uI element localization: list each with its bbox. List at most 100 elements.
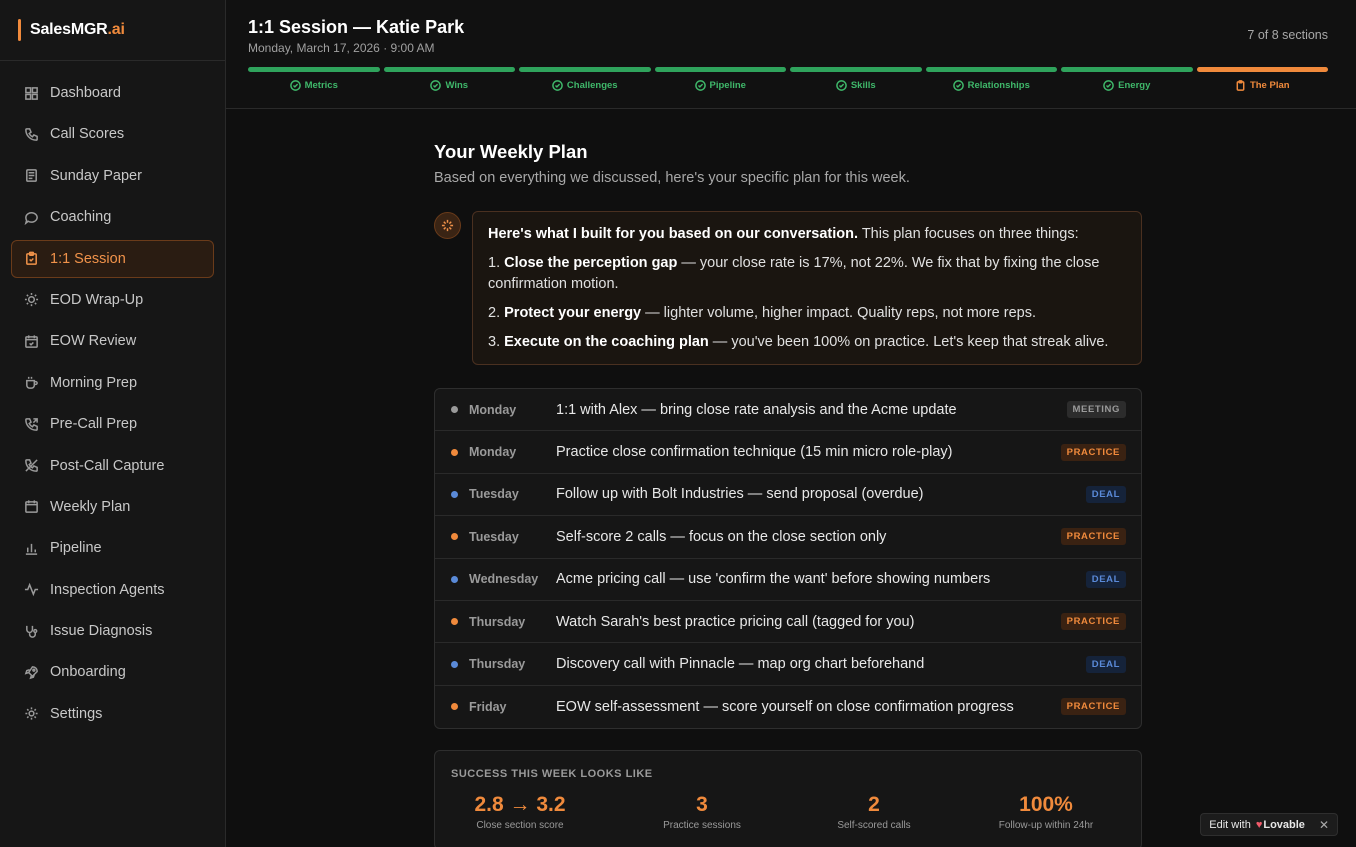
task-day: Friday (469, 699, 507, 714)
sidebar-item-label: Pipeline (50, 540, 102, 557)
sidebar-item-onboarding[interactable]: Onboarding (11, 653, 214, 691)
check-circle-icon (952, 80, 964, 91)
check-circle-icon (552, 80, 563, 91)
task-text: Follow up with Bolt Industries — send pr… (556, 486, 924, 503)
step-progress-bar (383, 67, 515, 72)
sidebar-item-issue-diagnosis[interactable]: Issue Diagnosis (11, 612, 214, 650)
clipboard-icon (1235, 80, 1246, 91)
metric-label: Practice sessions (663, 820, 741, 831)
task-type-dot (451, 703, 458, 711)
task-day: Tuesday (469, 529, 519, 544)
grid-icon (23, 85, 39, 101)
metric-value: 3 (696, 793, 708, 816)
step-pipeline[interactable]: Pipeline (654, 67, 786, 91)
task-type-dot (451, 618, 458, 626)
session-datetime: Monday, March 17, 2026 · 9:00 AM (248, 41, 435, 55)
section-subtitle: Based on everything we discussed, here's… (434, 170, 910, 186)
check-circle-icon (694, 80, 706, 91)
task-text: Watch Sarah's best practice pricing call… (556, 613, 915, 630)
sidebar-item-call-scores[interactable]: Call Scores (11, 115, 214, 153)
close-icon[interactable]: ✕ (1319, 818, 1329, 832)
sidebar-item-eod-wrap-up[interactable]: EOD Wrap-Up (11, 281, 214, 319)
sidebar-item-pipeline[interactable]: Pipeline (11, 529, 214, 567)
coffee-icon (23, 375, 39, 391)
task-row[interactable]: Monday 1:1 with Alex — bring close rate a… (435, 389, 1141, 432)
metric-label: Follow-up within 24hr (998, 820, 1094, 831)
sidebar-item-settings[interactable]: Settings (11, 695, 214, 733)
badge-prefix: Edit with (1209, 818, 1251, 831)
brand-logo[interactable]: SalesMGR.ai (0, 0, 225, 61)
task-row[interactable]: Friday EOW self-assessment — score yourse… (435, 686, 1141, 728)
task-tag: PRACTICE (1060, 698, 1126, 716)
task-tag: DEAL (1085, 485, 1126, 503)
step-label: Pipeline (709, 80, 746, 91)
task-tag: MEETING (1066, 401, 1126, 419)
main-content: Your Weekly Plan Based on everything we … (226, 110, 1356, 847)
task-row[interactable]: Monday Practice close confirmation techni… (435, 431, 1141, 474)
step-label: Skills (850, 80, 876, 91)
step-energy[interactable]: Energy (1061, 67, 1193, 91)
success-criteria-card: SUCCESS THIS WEEK LOOKS LIKE 2.8 → 3.2 Cl… (434, 750, 1142, 847)
sidebar-item-label: 1:1 Session (50, 250, 126, 267)
brand-name: SalesMGR.ai (30, 21, 125, 38)
task-tag: PRACTICE (1060, 528, 1126, 546)
success-metric: 100% Follow-up within 24hr (961, 793, 1131, 831)
task-row[interactable]: Wednesday Acme pricing call — use 'confir… (435, 559, 1141, 601)
check-circle-icon (836, 80, 847, 91)
chat-icon (23, 209, 39, 225)
brand-accent-bar (18, 19, 21, 41)
sidebar-item-inspection-agents[interactable]: Inspection Agents (11, 571, 214, 609)
metric-label: Self-scored calls (837, 820, 911, 831)
activity-icon (23, 582, 39, 598)
step-progress-bar (1196, 67, 1328, 72)
metric-value: 2 (868, 793, 880, 816)
step-progress-bar (654, 67, 786, 72)
sidebar-nav: Dashboard Call Scores Sunday Paper Coach… (0, 61, 225, 733)
calendar-icon (23, 499, 39, 515)
sidebar-item-label: Settings (50, 705, 103, 722)
sidebar-item-dashboard[interactable]: Dashboard (11, 74, 214, 112)
task-row[interactable]: Thursday Discovery call with Pinnacle — m… (435, 643, 1141, 686)
sidebar-item-coaching[interactable]: Coaching (11, 198, 214, 236)
step-challenges[interactable]: Challenges (519, 67, 651, 91)
check-circle-icon (289, 80, 301, 91)
step-label: Metrics (304, 80, 338, 91)
task-row[interactable]: Thursday Watch Sarah's best practice pric… (435, 601, 1141, 644)
task-type-dot (451, 575, 458, 583)
phone-icon (23, 126, 39, 142)
edit-with-lovable-badge[interactable]: Edit with ♥ Lovable ✕ (1200, 813, 1338, 836)
success-metric: 3 Practice sessions (617, 793, 787, 831)
task-row[interactable]: Tuesday Follow up with Bolt Industries — … (435, 474, 1141, 517)
task-type-dot (451, 406, 458, 414)
step-wins[interactable]: Wins (383, 67, 515, 91)
sidebar-item-label: Issue Diagnosis (50, 623, 153, 640)
task-row[interactable]: Tuesday Self-score 2 calls — focus on the… (435, 516, 1141, 559)
sidebar-item-label: Sunday Paper (50, 167, 142, 184)
sidebar-item-morning-prep[interactable]: Morning Prep (11, 364, 214, 402)
step-the-plan[interactable]: The Plan (1196, 67, 1328, 91)
task-day: Monday (469, 402, 517, 417)
rocket-icon (23, 664, 39, 680)
sidebar-item-pre-call-prep[interactable]: Pre-Call Prep (11, 405, 214, 443)
check-circle-icon (430, 80, 442, 91)
ai-intro-rest: This plan focuses on three things: (858, 226, 1079, 242)
sidebar-item-post-call-capture[interactable]: Post-Call Capture (11, 447, 214, 485)
task-tag: DEAL (1085, 655, 1126, 673)
sidebar-item-eow-review[interactable]: EOW Review (11, 322, 214, 360)
badge-brand: Lovable (1263, 818, 1305, 831)
sidebar-item-sunday-paper[interactable]: Sunday Paper (11, 157, 214, 195)
sidebar-item-label: Morning Prep (50, 374, 138, 391)
step-skills[interactable]: Skills (790, 67, 922, 91)
sidebar-item-1on1-session[interactable]: 1:1 Session (11, 239, 214, 278)
task-type-dot (451, 660, 458, 668)
step-relationships[interactable]: Relationships (925, 67, 1057, 91)
section-progress-count: 7 of 8 sections (1247, 28, 1328, 42)
step-label: Relationships (967, 80, 1030, 91)
sidebar-item-weekly-plan[interactable]: Weekly Plan (11, 488, 214, 526)
step-progress-bar (248, 67, 380, 72)
step-label: The Plan (1249, 80, 1290, 91)
step-metrics[interactable]: Metrics (248, 67, 380, 91)
task-day: Wednesday (469, 572, 539, 587)
task-type-dot (451, 533, 458, 541)
focus-point: 2. Protect your energy — lighter volume,… (488, 305, 1037, 321)
